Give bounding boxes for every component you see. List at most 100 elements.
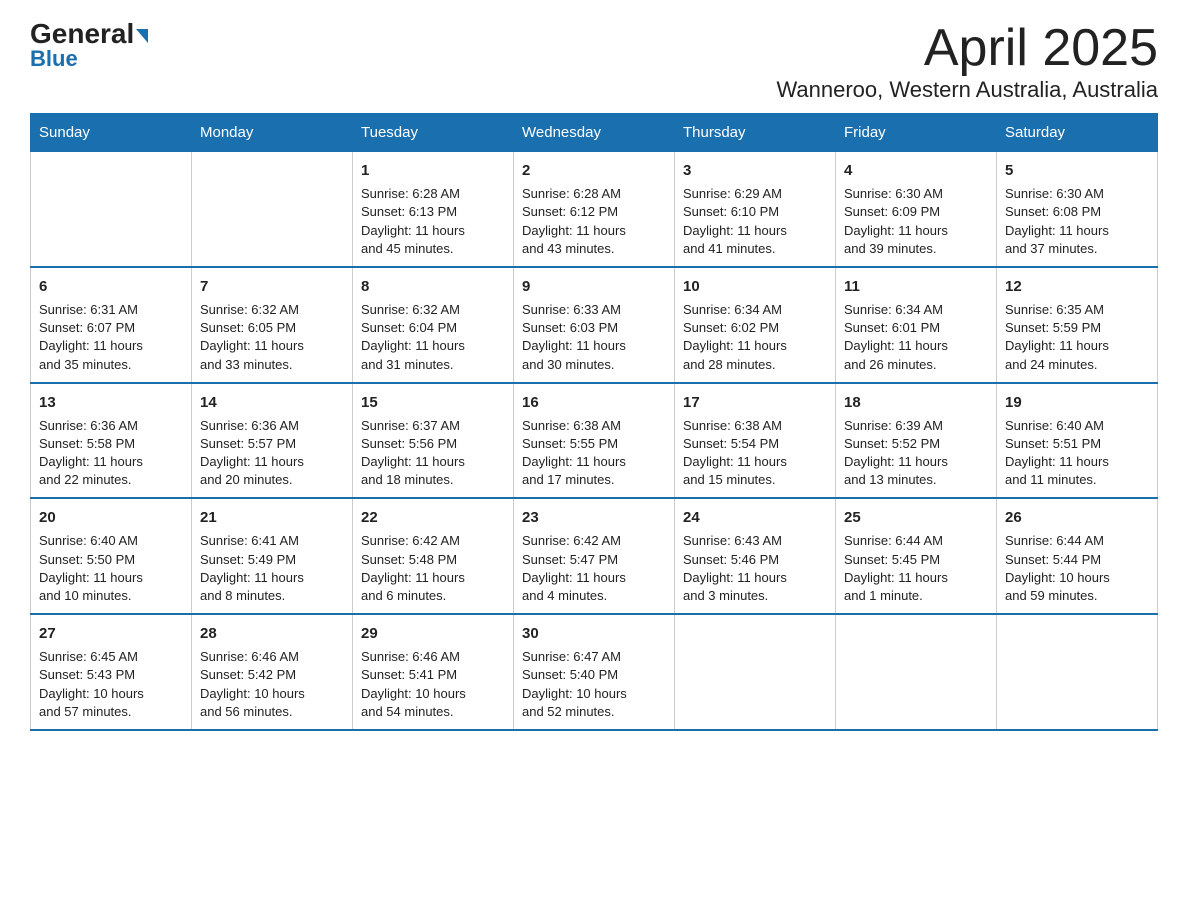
day-info: Sunrise: 6:39 AM Sunset: 5:52 PM Dayligh… bbox=[844, 417, 988, 490]
calendar-cell: 14 Sunrise: 6:36 AM Sunset: 5:57 PM Dayli… bbox=[192, 383, 353, 499]
calendar-cell: 11Sunrise: 6:34 AM Sunset: 6:01 PM Dayli… bbox=[836, 267, 997, 383]
day-info: Sunrise: 6:44 AM Sunset: 5:45 PM Dayligh… bbox=[844, 532, 988, 605]
calendar-week-row: 1 Sunrise: 6:28 AM Sunset: 6:13 PM Daylig… bbox=[31, 152, 1158, 267]
calendar-week-row: 13 Sunrise: 6:36 AM Sunset: 5:58 PM Dayli… bbox=[31, 383, 1158, 499]
day-number: 22 bbox=[361, 507, 505, 528]
header-row: SundayMondayTuesdayWednesdayThursdayFrid… bbox=[31, 114, 1158, 152]
day-number: 9 bbox=[522, 276, 666, 297]
day-info: Sunrise: 6:34 AM Sunset: 6:02 PM Dayligh… bbox=[683, 301, 827, 374]
day-number: 1 bbox=[361, 160, 505, 181]
header-cell-thursday: Thursday bbox=[675, 114, 836, 152]
day-info: Sunrise: 6:38 AM Sunset: 5:55 PM Dayligh… bbox=[522, 417, 666, 490]
day-info: Sunrise: 6:43 AM Sunset: 5:46 PM Dayligh… bbox=[683, 532, 827, 605]
calendar-week-row: 6 Sunrise: 6:31 AM Sunset: 6:07 PM Daylig… bbox=[31, 267, 1158, 383]
calendar-cell bbox=[192, 152, 353, 267]
header-cell-wednesday: Wednesday bbox=[514, 114, 675, 152]
calendar-cell: 20 Sunrise: 6:40 AM Sunset: 5:50 PM Dayli… bbox=[31, 498, 192, 614]
day-number: 5 bbox=[1005, 160, 1149, 181]
calendar-cell: 21 Sunrise: 6:41 AM Sunset: 5:49 PM Dayli… bbox=[192, 498, 353, 614]
day-number: 12 bbox=[1005, 276, 1149, 297]
day-number: 21 bbox=[200, 507, 344, 528]
day-number: 17 bbox=[683, 392, 827, 413]
day-number: 23 bbox=[522, 507, 666, 528]
day-info: Sunrise: 6:45 AM Sunset: 5:43 PM Dayligh… bbox=[39, 648, 183, 721]
calendar-cell: 26 Sunrise: 6:44 AM Sunset: 5:44 PM Dayli… bbox=[997, 498, 1158, 614]
calendar-cell bbox=[675, 614, 836, 730]
day-info: Sunrise: 6:36 AM Sunset: 5:58 PM Dayligh… bbox=[39, 417, 183, 490]
calendar-cell: 6 Sunrise: 6:31 AM Sunset: 6:07 PM Daylig… bbox=[31, 267, 192, 383]
calendar-cell: 27 Sunrise: 6:45 AM Sunset: 5:43 PM Dayli… bbox=[31, 614, 192, 730]
day-number: 13 bbox=[39, 392, 183, 413]
day-info: Sunrise: 6:36 AM Sunset: 5:57 PM Dayligh… bbox=[200, 417, 344, 490]
day-number: 11 bbox=[844, 276, 988, 297]
day-info: Sunrise: 6:41 AM Sunset: 5:49 PM Dayligh… bbox=[200, 532, 344, 605]
day-number: 26 bbox=[1005, 507, 1149, 528]
calendar-cell: 23 Sunrise: 6:42 AM Sunset: 5:47 PM Dayli… bbox=[514, 498, 675, 614]
day-info: Sunrise: 6:40 AM Sunset: 5:50 PM Dayligh… bbox=[39, 532, 183, 605]
day-number: 20 bbox=[39, 507, 183, 528]
day-info: Sunrise: 6:38 AM Sunset: 5:54 PM Dayligh… bbox=[683, 417, 827, 490]
day-number: 14 bbox=[200, 392, 344, 413]
day-number: 3 bbox=[683, 160, 827, 181]
day-info: Sunrise: 6:31 AM Sunset: 6:07 PM Dayligh… bbox=[39, 301, 183, 374]
calendar-cell: 5 Sunrise: 6:30 AM Sunset: 6:08 PM Daylig… bbox=[997, 152, 1158, 267]
calendar-cell: 13 Sunrise: 6:36 AM Sunset: 5:58 PM Dayli… bbox=[31, 383, 192, 499]
header-cell-sunday: Sunday bbox=[31, 114, 192, 152]
day-number: 18 bbox=[844, 392, 988, 413]
day-info: Sunrise: 6:46 AM Sunset: 5:41 PM Dayligh… bbox=[361, 648, 505, 721]
day-info: Sunrise: 6:28 AM Sunset: 6:12 PM Dayligh… bbox=[522, 185, 666, 258]
calendar-cell: 8 Sunrise: 6:32 AM Sunset: 6:04 PM Daylig… bbox=[353, 267, 514, 383]
calendar-cell: 4 Sunrise: 6:30 AM Sunset: 6:09 PM Daylig… bbox=[836, 152, 997, 267]
day-info: Sunrise: 6:44 AM Sunset: 5:44 PM Dayligh… bbox=[1005, 532, 1149, 605]
header-cell-saturday: Saturday bbox=[997, 114, 1158, 152]
header-cell-friday: Friday bbox=[836, 114, 997, 152]
calendar-cell: 1 Sunrise: 6:28 AM Sunset: 6:13 PM Daylig… bbox=[353, 152, 514, 267]
calendar-cell: 16 Sunrise: 6:38 AM Sunset: 5:55 PM Dayli… bbox=[514, 383, 675, 499]
calendar-cell: 7 Sunrise: 6:32 AM Sunset: 6:05 PM Daylig… bbox=[192, 267, 353, 383]
day-number: 7 bbox=[200, 276, 344, 297]
calendar-cell: 18 Sunrise: 6:39 AM Sunset: 5:52 PM Dayli… bbox=[836, 383, 997, 499]
day-number: 24 bbox=[683, 507, 827, 528]
day-info: Sunrise: 6:28 AM Sunset: 6:13 PM Dayligh… bbox=[361, 185, 505, 258]
day-number: 16 bbox=[522, 392, 666, 413]
header-cell-monday: Monday bbox=[192, 114, 353, 152]
calendar-cell: 28 Sunrise: 6:46 AM Sunset: 5:42 PM Dayli… bbox=[192, 614, 353, 730]
day-number: 28 bbox=[200, 623, 344, 644]
header-cell-tuesday: Tuesday bbox=[353, 114, 514, 152]
calendar-cell: 10Sunrise: 6:34 AM Sunset: 6:02 PM Dayli… bbox=[675, 267, 836, 383]
calendar-cell: 12Sunrise: 6:35 AM Sunset: 5:59 PM Dayli… bbox=[997, 267, 1158, 383]
day-number: 2 bbox=[522, 160, 666, 181]
title-area: April 2025 Wanneroo, Western Australia, … bbox=[776, 20, 1158, 103]
calendar-week-row: 20 Sunrise: 6:40 AM Sunset: 5:50 PM Dayli… bbox=[31, 498, 1158, 614]
day-info: Sunrise: 6:30 AM Sunset: 6:09 PM Dayligh… bbox=[844, 185, 988, 258]
day-number: 15 bbox=[361, 392, 505, 413]
day-number: 27 bbox=[39, 623, 183, 644]
calendar-cell bbox=[836, 614, 997, 730]
day-info: Sunrise: 6:33 AM Sunset: 6:03 PM Dayligh… bbox=[522, 301, 666, 374]
calendar-header: SundayMondayTuesdayWednesdayThursdayFrid… bbox=[31, 114, 1158, 152]
day-info: Sunrise: 6:46 AM Sunset: 5:42 PM Dayligh… bbox=[200, 648, 344, 721]
location-title: Wanneroo, Western Australia, Australia bbox=[776, 77, 1158, 103]
day-info: Sunrise: 6:40 AM Sunset: 5:51 PM Dayligh… bbox=[1005, 417, 1149, 490]
page-header: General Blue April 2025 Wanneroo, Wester… bbox=[30, 20, 1158, 103]
calendar-body: 1 Sunrise: 6:28 AM Sunset: 6:13 PM Daylig… bbox=[31, 152, 1158, 730]
day-number: 4 bbox=[844, 160, 988, 181]
logo: General Blue bbox=[30, 20, 148, 72]
day-number: 6 bbox=[39, 276, 183, 297]
day-number: 25 bbox=[844, 507, 988, 528]
day-info: Sunrise: 6:32 AM Sunset: 6:05 PM Dayligh… bbox=[200, 301, 344, 374]
calendar-week-row: 27 Sunrise: 6:45 AM Sunset: 5:43 PM Dayli… bbox=[31, 614, 1158, 730]
day-info: Sunrise: 6:47 AM Sunset: 5:40 PM Dayligh… bbox=[522, 648, 666, 721]
day-number: 30 bbox=[522, 623, 666, 644]
calendar-cell: 25 Sunrise: 6:44 AM Sunset: 5:45 PM Dayli… bbox=[836, 498, 997, 614]
calendar-cell: 24 Sunrise: 6:43 AM Sunset: 5:46 PM Dayli… bbox=[675, 498, 836, 614]
calendar-cell: 29Sunrise: 6:46 AM Sunset: 5:41 PM Dayli… bbox=[353, 614, 514, 730]
day-info: Sunrise: 6:32 AM Sunset: 6:04 PM Dayligh… bbox=[361, 301, 505, 374]
day-info: Sunrise: 6:37 AM Sunset: 5:56 PM Dayligh… bbox=[361, 417, 505, 490]
calendar-cell: 2 Sunrise: 6:28 AM Sunset: 6:12 PM Daylig… bbox=[514, 152, 675, 267]
day-info: Sunrise: 6:42 AM Sunset: 5:47 PM Dayligh… bbox=[522, 532, 666, 605]
calendar-cell bbox=[31, 152, 192, 267]
day-info: Sunrise: 6:30 AM Sunset: 6:08 PM Dayligh… bbox=[1005, 185, 1149, 258]
day-number: 8 bbox=[361, 276, 505, 297]
calendar-cell: 17 Sunrise: 6:38 AM Sunset: 5:54 PM Dayli… bbox=[675, 383, 836, 499]
